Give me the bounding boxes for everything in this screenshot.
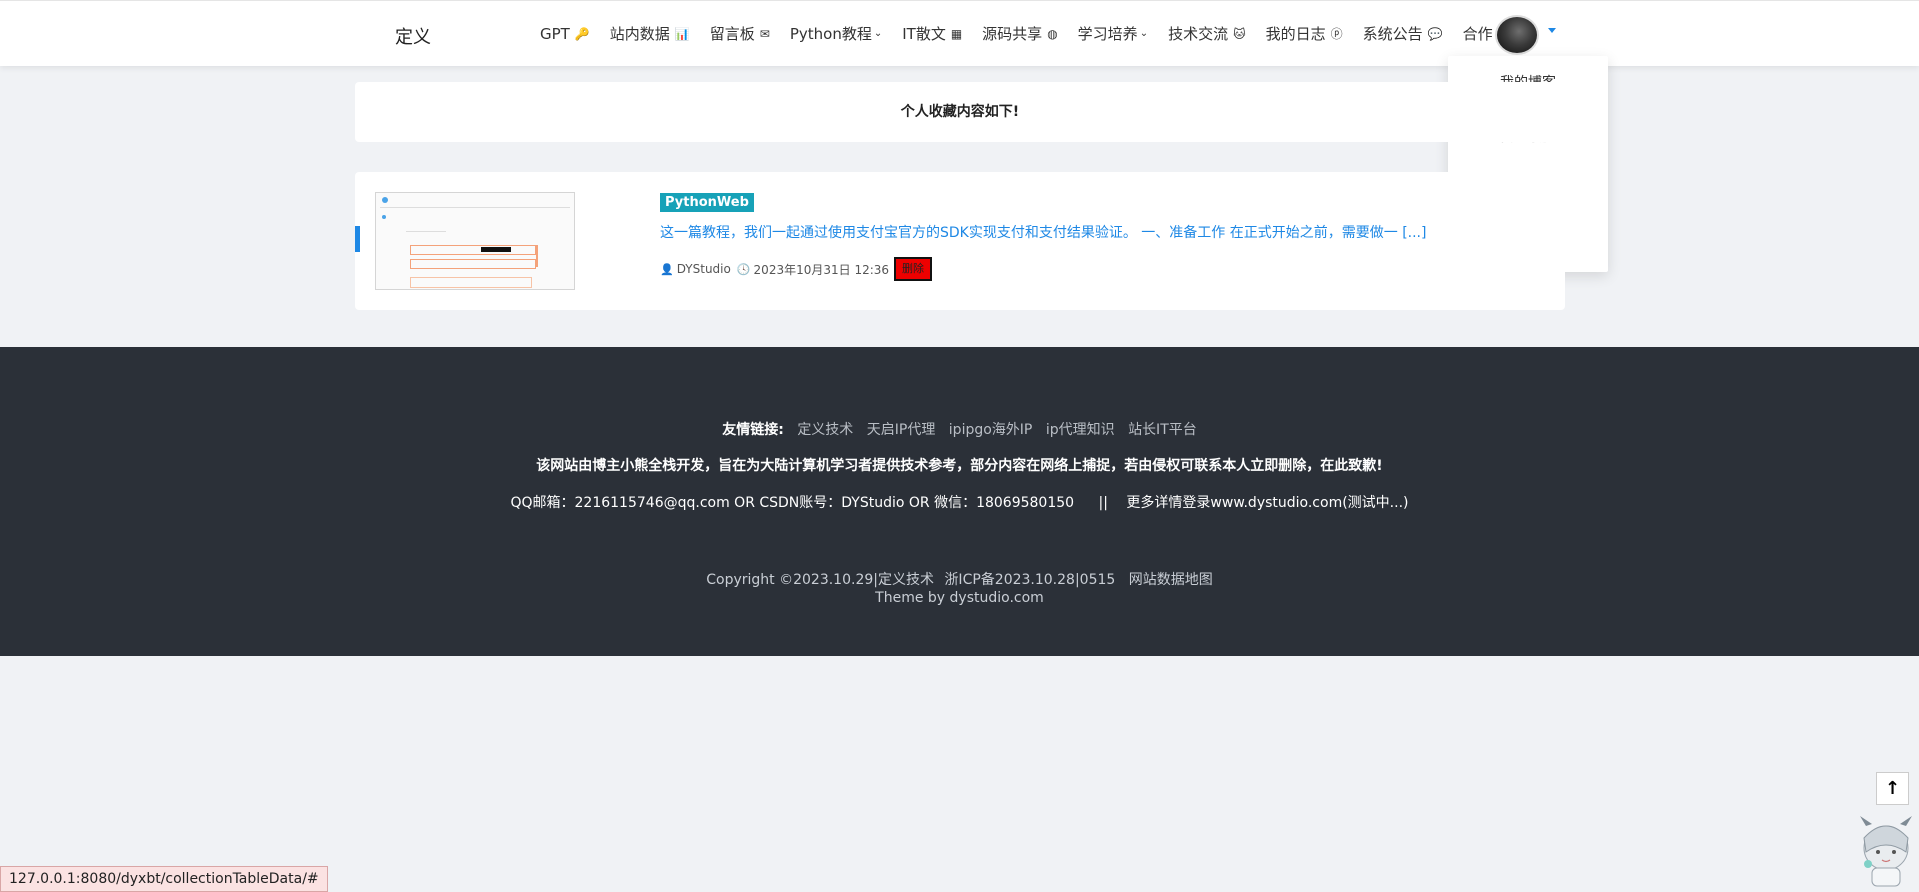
key-icon: 🔑 — [574, 26, 590, 41]
post-date: 2023年10月31日 12:36 — [753, 262, 890, 277]
thumbnail-bracket — [536, 245, 538, 267]
thumbnail-box — [410, 277, 532, 288]
clock-icon: 🕓 — [736, 262, 751, 276]
nav-item-my-log[interactable]: 我的日志 ⓟ — [1266, 23, 1343, 44]
nav-item-label: 站内数据 — [609, 25, 670, 43]
comments-icon: 💬 — [1427, 26, 1443, 41]
friend-link[interactable]: ip代理知识 — [1046, 422, 1115, 438]
thumbnail-dot — [382, 215, 386, 219]
active-marker — [355, 226, 360, 252]
nav-item-gpt[interactable]: GPT 🔑 — [540, 25, 590, 43]
nav-item-label: Python教程 — [789, 25, 872, 43]
nav-item-source-share[interactable]: 源码共享 ◍ — [982, 23, 1058, 44]
grid-icon: ▦ — [950, 26, 963, 41]
nav-item-label: 学习培养 — [1077, 25, 1138, 43]
chevron-down-icon: ⌄ — [1139, 28, 1149, 39]
nav-item-label: GPT — [540, 24, 570, 43]
friend-links: 友情链接: 定义技术 天启IP代理 ipipgo海外IP ip代理知识 站长IT… — [0, 419, 1919, 439]
nav-item-tech-exchange[interactable]: 技术交流 🐱 — [1168, 23, 1246, 44]
friend-link[interactable]: 站长IT平台 — [1128, 422, 1197, 438]
delete-button[interactable]: 删除 — [894, 257, 933, 281]
chevron-down-icon: ⌄ — [873, 28, 883, 39]
footer-more: 更多详情登录www.dystudio.com(测试中...) — [1126, 495, 1409, 511]
site-footer: 友情链接: 定义技术 天启IP代理 ipipgo海外IP ip代理知识 站长IT… — [0, 347, 1919, 656]
nav-item-python-tutorial[interactable]: Python教程 ⌄ — [790, 23, 882, 44]
nav-item-it-essays[interactable]: IT散文 ▦ — [902, 23, 962, 44]
headline-card: 个人收藏内容如下! — [355, 82, 1565, 142]
github-icon: 🐱 — [1233, 26, 1246, 41]
nav-item-label: 系统公告 — [1362, 25, 1423, 43]
footer-contact: QQ邮箱：2216115746@qq.com OR CSDN账号：DYStudi… — [510, 495, 1075, 511]
nav-item-announcements[interactable]: 系统公告 💬 — [1363, 23, 1443, 44]
site-brand[interactable]: 定义 — [395, 23, 431, 49]
caret-down-icon[interactable] — [1548, 28, 1556, 33]
nav-menu: GPT 🔑 站内数据 📊 留言板 ✉ Python教程 ⌄ IT散文 ▦ 源码共… — [540, 23, 1533, 44]
copyright-line: Copyright ©2023.10.29|定义技术 浙ICP备2023.10.… — [0, 569, 1919, 589]
friend-link[interactable]: 定义技术 — [797, 422, 853, 438]
user-icon: 👤 — [660, 262, 674, 276]
thumbnail-rule — [380, 207, 570, 208]
nav-item-label: 源码共享 — [982, 25, 1043, 43]
nav-item-label: IT散文 — [902, 25, 946, 43]
pinterest-icon: ⓟ — [1330, 27, 1343, 41]
friend-link[interactable]: ipipgo海外IP — [949, 422, 1033, 438]
sitemap-link[interactable]: 网站数据地图 — [1129, 572, 1213, 588]
thumbnail-rule — [406, 231, 446, 232]
category-tag[interactable]: PythonWeb — [660, 193, 754, 212]
post-thumbnail[interactable] — [375, 192, 575, 290]
footer-contact-line: QQ邮箱：2216115746@qq.com OR CSDN账号：DYStudi… — [0, 492, 1919, 512]
nav-item-label: 技术交流 — [1168, 25, 1229, 43]
nav-item-label: 我的日志 — [1265, 25, 1326, 43]
icp-link[interactable]: 浙ICP备2023.10.28|0515 — [944, 572, 1115, 588]
page-title: 个人收藏内容如下! — [900, 104, 1020, 120]
footer-separator: || — [1098, 495, 1108, 511]
footer-notice: 该网站由博主小熊全栈开发，旨在为大陆计算机学习者提供技术参考，部分内容在网络上捕… — [536, 458, 1383, 474]
nav-item-label: 合作 — [1462, 25, 1493, 43]
post-meta: 👤 DYStudio 🕓 2023年10月31日 12:36 删除 — [660, 257, 933, 281]
back-to-top-button[interactable]: ↑ — [1876, 772, 1909, 805]
thumbnail-redaction — [481, 247, 511, 252]
thumbnail-dot — [382, 197, 388, 203]
theme-credit: Theme by dystudio.com — [875, 590, 1044, 606]
mascot-character[interactable] — [1856, 808, 1916, 888]
nav-item-message-board[interactable]: 留言板 ✉ — [710, 23, 770, 44]
envelope-icon: ✉ — [759, 26, 770, 41]
post-excerpt-link[interactable]: 这一篇教程，我们一起通过使用支付宝官方的SDK实现支付和支付结果验证。 一、准备… — [660, 222, 1426, 242]
favorite-post-card: PythonWeb 这一篇教程，我们一起通过使用支付宝官方的SDK实现支付和支付… — [355, 172, 1565, 310]
copyright-text: Copyright ©2023.10.29|定义技术 — [706, 572, 934, 588]
post-author: DYStudio — [676, 262, 731, 276]
friend-links-label: 友情链接: — [722, 422, 784, 438]
top-navbar: 定义 GPT 🔑 站内数据 📊 留言板 ✉ Python教程 ⌄ IT散文 ▦ … — [0, 0, 1919, 66]
globe-icon: ◍ — [1047, 26, 1058, 41]
thumbnail-box — [410, 245, 536, 255]
status-bar-url: 127.0.0.1:8080/dyxbt/collectionTableData… — [0, 866, 328, 892]
friend-link[interactable]: 天启IP代理 — [867, 422, 936, 438]
bar-chart-icon: 📊 — [674, 26, 690, 41]
nav-item-site-data[interactable]: 站内数据 📊 — [610, 23, 690, 44]
avatar[interactable] — [1495, 15, 1539, 55]
nav-item-learning[interactable]: 学习培养 ⌄ — [1078, 23, 1148, 44]
nav-item-label: 留言板 — [709, 25, 755, 43]
thumbnail-box — [410, 259, 536, 269]
